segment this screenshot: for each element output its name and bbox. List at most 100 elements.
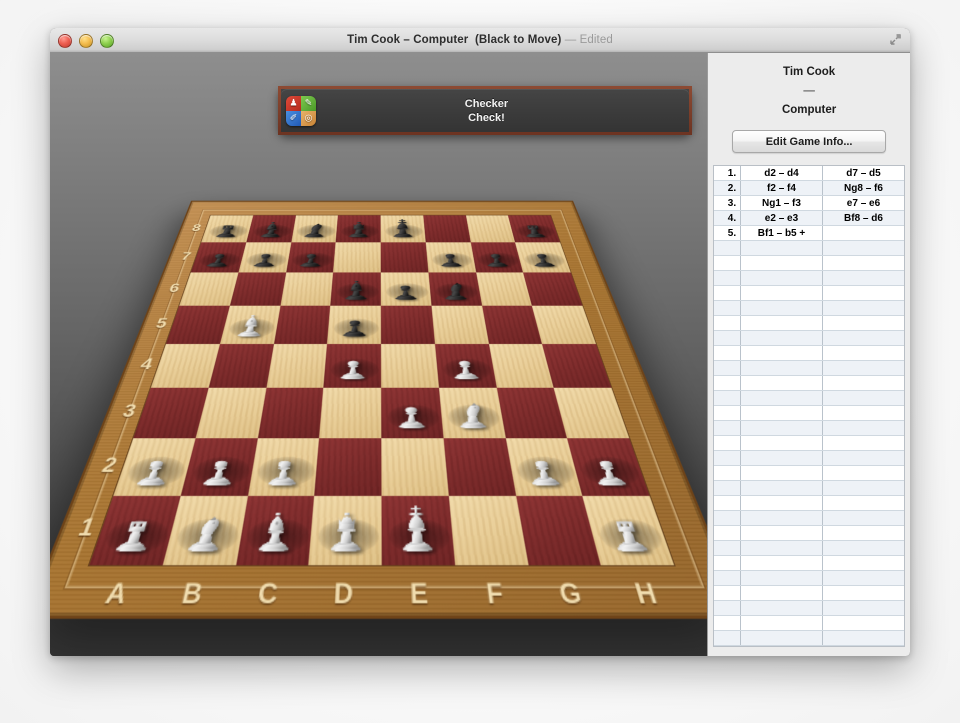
white-move-cell[interactable] xyxy=(741,511,823,526)
move-row[interactable] xyxy=(714,601,904,616)
white-move-cell[interactable] xyxy=(741,571,823,586)
black-move-cell[interactable] xyxy=(822,421,904,436)
move-number-cell[interactable] xyxy=(714,616,741,631)
move-row[interactable] xyxy=(714,436,904,451)
white-move-cell[interactable] xyxy=(741,541,823,556)
move-number-cell[interactable] xyxy=(714,256,741,271)
white-move-cell[interactable] xyxy=(741,451,823,466)
move-row[interactable] xyxy=(714,466,904,481)
move-number-cell[interactable]: 5. xyxy=(714,226,741,241)
move-row[interactable] xyxy=(714,586,904,601)
move-number-cell[interactable] xyxy=(714,451,741,466)
white-move-cell[interactable] xyxy=(741,496,823,511)
board-square-f1[interactable] xyxy=(449,496,528,565)
chessboard[interactable]: 87654321ABCDEFGH xyxy=(89,215,674,565)
black-move-cell[interactable]: Bf8 – d6 xyxy=(822,211,904,226)
black-move-cell[interactable]: d7 – d5 xyxy=(822,166,904,181)
white-move-cell[interactable] xyxy=(741,286,823,301)
white-move-cell[interactable] xyxy=(741,436,823,451)
minimize-button[interactable] xyxy=(79,34,93,48)
move-number-cell[interactable] xyxy=(714,391,741,406)
white-move-cell[interactable] xyxy=(741,646,823,648)
black-move-cell[interactable] xyxy=(822,331,904,346)
board-square-e4[interactable] xyxy=(381,344,439,388)
black-move-cell[interactable] xyxy=(822,511,904,526)
black-move-cell[interactable] xyxy=(822,616,904,631)
fullscreen-icon[interactable] xyxy=(889,33,902,46)
white-move-cell[interactable] xyxy=(741,376,823,391)
move-number-cell[interactable] xyxy=(714,646,741,648)
move-row[interactable] xyxy=(714,391,904,406)
board-square-f4[interactable] xyxy=(435,344,497,388)
move-row[interactable] xyxy=(714,331,904,346)
board-square-c1[interactable] xyxy=(236,496,315,565)
move-row[interactable] xyxy=(714,631,904,646)
black-move-cell[interactable] xyxy=(822,391,904,406)
black-move-cell[interactable]: Ng8 – f6 xyxy=(822,181,904,196)
black-move-cell[interactable] xyxy=(822,406,904,421)
board-square-b4[interactable] xyxy=(208,344,273,388)
move-number-cell[interactable] xyxy=(714,511,741,526)
move-row[interactable]: 2. f2 – f4 Ng8 – f6 xyxy=(714,181,904,196)
black-move-cell[interactable] xyxy=(822,481,904,496)
move-row[interactable] xyxy=(714,316,904,331)
move-list-table[interactable]: 1. d2 – d4 d7 – d5 2. f2 – f4 Ng8 – f6 3. Ng1 –… xyxy=(714,166,904,647)
move-number-cell[interactable] xyxy=(714,436,741,451)
move-number-cell[interactable] xyxy=(714,316,741,331)
move-row[interactable] xyxy=(714,571,904,586)
black-move-cell[interactable] xyxy=(822,271,904,286)
move-number-cell[interactable] xyxy=(714,376,741,391)
white-move-cell[interactable]: Bf1 – b5 + xyxy=(741,226,823,241)
black-move-cell[interactable] xyxy=(822,451,904,466)
board-square-c4[interactable] xyxy=(266,344,327,388)
move-row[interactable]: 4. e2 – e3 Bf8 – d6 xyxy=(714,211,904,226)
white-move-cell[interactable] xyxy=(741,331,823,346)
move-number-cell[interactable] xyxy=(714,361,741,376)
move-row[interactable] xyxy=(714,346,904,361)
white-move-cell[interactable] xyxy=(741,301,823,316)
move-number-cell[interactable] xyxy=(714,526,741,541)
move-number-cell[interactable] xyxy=(714,466,741,481)
black-move-cell[interactable] xyxy=(822,556,904,571)
black-move-cell[interactable] xyxy=(822,526,904,541)
move-row[interactable] xyxy=(714,406,904,421)
white-move-cell[interactable]: f2 – f4 xyxy=(741,181,823,196)
move-row[interactable]: 3. Ng1 – f3 e7 – e6 xyxy=(714,196,904,211)
move-number-cell[interactable] xyxy=(714,331,741,346)
board-square-c3[interactable] xyxy=(257,388,323,438)
white-move-cell[interactable]: d2 – d4 xyxy=(741,166,823,181)
white-move-cell[interactable]: e2 – e3 xyxy=(741,211,823,226)
move-row[interactable]: 1. d2 – d4 d7 – d5 xyxy=(714,166,904,181)
black-move-cell[interactable] xyxy=(822,361,904,376)
board-square-f2[interactable] xyxy=(443,438,515,496)
board-square-d1[interactable] xyxy=(309,496,382,565)
board-square-d4[interactable] xyxy=(324,344,382,388)
black-move-cell[interactable] xyxy=(822,496,904,511)
move-row[interactable] xyxy=(714,256,904,271)
move-row[interactable] xyxy=(714,481,904,496)
white-move-cell[interactable]: Ng1 – f3 xyxy=(741,196,823,211)
white-move-cell[interactable] xyxy=(741,466,823,481)
black-move-cell[interactable] xyxy=(822,436,904,451)
move-row[interactable] xyxy=(714,451,904,466)
black-move-cell[interactable] xyxy=(822,376,904,391)
white-move-cell[interactable] xyxy=(741,256,823,271)
move-row[interactable] xyxy=(714,496,904,511)
move-number-cell[interactable] xyxy=(714,286,741,301)
move-number-cell[interactable] xyxy=(714,496,741,511)
white-move-cell[interactable] xyxy=(741,601,823,616)
move-number-cell[interactable]: 3. xyxy=(714,196,741,211)
move-list-panel[interactable]: 1. d2 – d4 d7 – d5 2. f2 – f4 Ng8 – f6 3. Ng1 –… xyxy=(713,165,905,647)
move-row[interactable] xyxy=(714,511,904,526)
black-move-cell[interactable] xyxy=(822,541,904,556)
window-titlebar[interactable]: Tim Cook – Computer (Black to Move) — Ed… xyxy=(50,28,910,53)
black-move-cell[interactable] xyxy=(822,316,904,331)
move-row[interactable] xyxy=(714,376,904,391)
board-square-f3[interactable] xyxy=(439,388,506,438)
move-number-cell[interactable] xyxy=(714,271,741,286)
board-square-e1[interactable] xyxy=(381,496,454,565)
move-row[interactable] xyxy=(714,616,904,631)
move-number-cell[interactable] xyxy=(714,346,741,361)
black-move-cell[interactable] xyxy=(822,601,904,616)
board-square-c2[interactable] xyxy=(247,438,319,496)
